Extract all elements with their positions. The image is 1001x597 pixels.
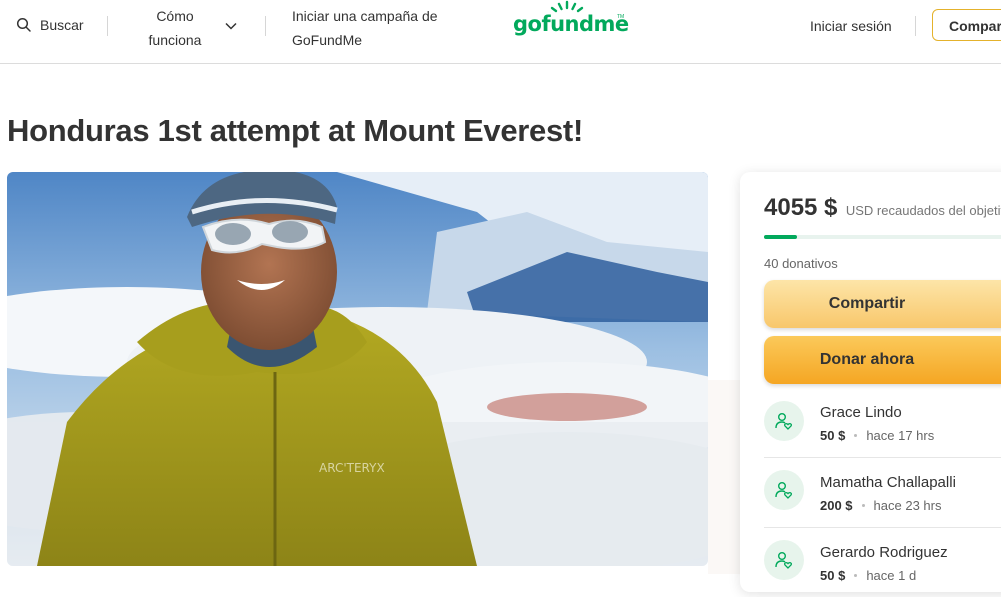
logo-tm: TM <box>617 14 625 20</box>
campaign-title: Honduras 1st attempt at Mount Everest! <box>7 113 583 148</box>
donor-avatar <box>764 540 804 580</box>
donate-button[interactable]: Donar ahora <box>764 336 1001 384</box>
how-it-works-menu[interactable]: Cómo funciona <box>140 4 210 52</box>
progress-bar <box>764 235 1001 239</box>
search-button[interactable]: Buscar <box>16 17 84 33</box>
top-nav: Buscar Cómo funciona Iniciar una campaña… <box>0 0 1001 64</box>
donor-name: Gerardo Rodriguez <box>820 544 948 561</box>
donor-amount: 200 $ <box>820 498 853 513</box>
divider <box>764 457 1001 458</box>
donation-card: 4055 $ USD recaudados del objetivo 40 do… <box>740 172 1001 592</box>
raised-label: USD recaudados del objetivo <box>845 203 1001 218</box>
donations-count: 40 donativos <box>764 256 838 271</box>
share-button[interactable]: Compartir <box>764 280 1001 328</box>
svg-text:ARC'TERYX: ARC'TERYX <box>319 461 385 475</box>
divider <box>107 16 108 36</box>
donor-item: Gerardo Rodriguez 50 $ hace 1 d <box>764 527 1001 597</box>
start-campaign-link[interactable]: Iniciar una campaña de GoFundMe <box>292 4 452 52</box>
progress-bar-fill <box>764 235 798 239</box>
how-it-works-label-2: funciona <box>148 32 202 48</box>
chevron-down-icon[interactable] <box>224 19 238 33</box>
gofundme-logo[interactable]: gofundme TM <box>513 0 629 38</box>
heart-person-icon <box>775 413 793 430</box>
heart-person-icon <box>775 552 793 569</box>
donor-amount: 50 $ <box>820 428 846 443</box>
logo-text: gofundme <box>513 12 629 36</box>
raised-amount: 4055 $ <box>764 194 838 221</box>
donor-amount: 50 $ <box>820 568 846 583</box>
start-campaign-label-1: Iniciar una campaña de <box>292 8 438 24</box>
header-share-button[interactable]: Compartir <box>932 9 1001 41</box>
donor-item: Mamatha Challapalli 200 $ hace 23 hrs <box>764 457 1001 527</box>
donor-item: Grace Lindo 50 $ hace 17 hrs <box>764 394 1001 464</box>
hero-photo: ARC'TERYX <box>7 172 708 566</box>
search-label: Buscar <box>40 17 84 33</box>
donor-meta: 200 $ hace 23 hrs <box>820 498 941 513</box>
donor-avatar <box>764 401 804 441</box>
heart-person-icon <box>775 482 793 499</box>
search-icon <box>16 17 31 32</box>
amount-raised: 4055 $ USD recaudados del objetivo <box>764 194 1001 222</box>
donor-avatar <box>764 470 804 510</box>
donor-meta: 50 $ hace 1 d <box>820 568 916 583</box>
how-it-works-label-1: Cómo <box>156 8 194 24</box>
divider <box>915 16 916 36</box>
donor-time: hace 23 hrs <box>873 498 942 513</box>
donor-time: hace 1 d <box>866 568 917 583</box>
donor-name: Grace Lindo <box>820 404 902 421</box>
divider <box>764 527 1001 528</box>
donor-name: Mamatha Challapalli <box>820 474 956 491</box>
campaign-hero-image[interactable]: ARC'TERYX <box>7 172 708 566</box>
donor-time: hace 17 hrs <box>866 428 935 443</box>
divider <box>265 16 266 36</box>
start-campaign-label-2: GoFundMe <box>292 32 363 48</box>
donor-meta: 50 $ hace 17 hrs <box>820 428 934 443</box>
login-link[interactable]: Iniciar sesión <box>810 18 892 34</box>
